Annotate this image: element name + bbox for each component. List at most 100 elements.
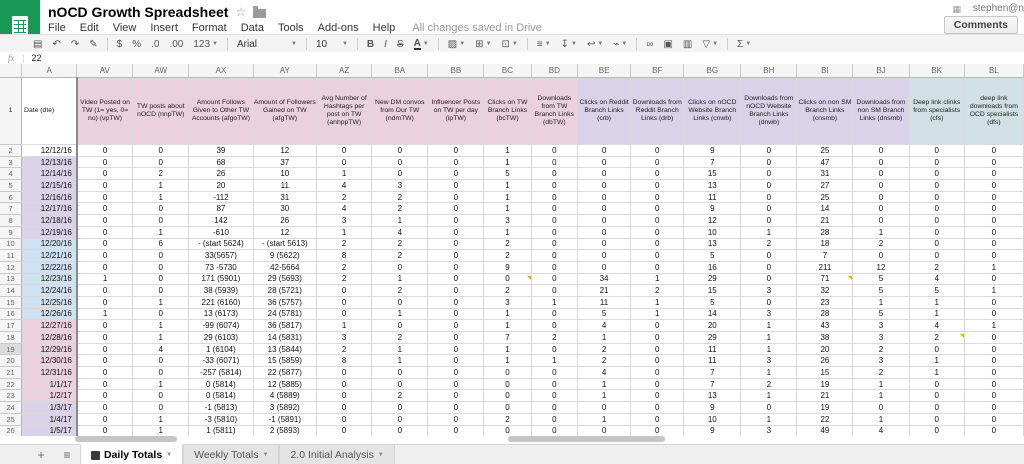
- cell-BJ16[interactable]: 5: [852, 308, 910, 321]
- cell-BB12[interactable]: 0: [427, 261, 485, 274]
- cell-BE19[interactable]: 2: [577, 343, 632, 356]
- cell-AV24[interactable]: 0: [76, 401, 134, 414]
- cell-BG12[interactable]: 16: [683, 261, 742, 274]
- cell-BH25[interactable]: 1: [740, 413, 798, 426]
- cell-BI22[interactable]: 19: [796, 378, 854, 391]
- cell-BC20[interactable]: 1: [483, 354, 532, 368]
- cell-BD9[interactable]: 0: [531, 226, 579, 239]
- redo-icon[interactable]: ↷: [66, 39, 84, 50]
- cell-BI24[interactable]: 19: [796, 401, 854, 414]
- cell-BF8[interactable]: 0: [630, 214, 685, 227]
- cell-BE17[interactable]: 4: [577, 319, 632, 332]
- row-header-6[interactable]: 6: [0, 191, 23, 204]
- cell-AY8[interactable]: 26: [253, 214, 318, 227]
- cell-BL4[interactable]: 0: [964, 167, 1024, 181]
- all-sheets-button[interactable]: ≡: [54, 445, 80, 464]
- cell-BL9[interactable]: 0: [964, 226, 1024, 239]
- cell-A20[interactable]: 12/30/16: [21, 354, 78, 368]
- cell-AY17[interactable]: 36 (5817): [253, 319, 318, 332]
- insert-image-button[interactable]: ▣: [658, 39, 677, 50]
- cell-BD25[interactable]: 0: [531, 413, 579, 426]
- cell-AX10[interactable]: - (start 5624): [188, 238, 254, 251]
- cell-BK16[interactable]: 1: [909, 308, 965, 321]
- cell-AW13[interactable]: 0: [132, 273, 190, 286]
- cell-BG14[interactable]: 15: [683, 284, 742, 297]
- folder-icon[interactable]: [253, 5, 267, 18]
- cell-BC26[interactable]: 0: [483, 425, 532, 436]
- cell-BA10[interactable]: 2: [371, 238, 429, 251]
- cell-AW22[interactable]: 1: [132, 378, 190, 391]
- cell-BK1[interactable]: Deep link clinks from specialists (cfs): [909, 77, 965, 145]
- cell-A4[interactable]: 12/14/16: [21, 167, 78, 181]
- cell-BA23[interactable]: 2: [371, 389, 429, 403]
- cell-AW18[interactable]: 1: [132, 331, 190, 344]
- horizontal-align-button[interactable]: ≡ ▼: [532, 39, 556, 50]
- cell-AZ18[interactable]: 3: [316, 331, 373, 344]
- cell-BK8[interactable]: 0: [909, 214, 965, 227]
- cell-BG16[interactable]: 14: [683, 308, 742, 321]
- cell-AY7[interactable]: 30: [253, 202, 318, 216]
- cell-BA2[interactable]: 0: [371, 144, 429, 157]
- cell-BC24[interactable]: 0: [483, 401, 532, 414]
- cell-A10[interactable]: 12/20/16: [21, 238, 78, 251]
- cell-AZ16[interactable]: 0: [316, 308, 373, 321]
- cell-AX3[interactable]: 68: [188, 156, 254, 169]
- cell-BF16[interactable]: 1: [630, 308, 685, 321]
- cell-AV10[interactable]: 0: [76, 238, 134, 251]
- cell-AX1[interactable]: Amount Follows Given to Other TW Account…: [188, 77, 254, 145]
- cell-BI6[interactable]: 25: [796, 191, 854, 204]
- cell-BL21[interactable]: 0: [964, 366, 1024, 379]
- cell-AX20[interactable]: -33 (6071): [188, 354, 254, 368]
- cell-BG11[interactable]: 5: [683, 249, 742, 262]
- cell-BJ3[interactable]: 0: [852, 156, 910, 169]
- cell-AZ14[interactable]: 0: [316, 284, 373, 297]
- cell-BH2[interactable]: 0: [740, 144, 798, 157]
- cell-A22[interactable]: 1/1/17: [21, 378, 78, 391]
- row-header-7[interactable]: 7: [0, 202, 23, 216]
- row-header-8[interactable]: 8: [0, 214, 23, 227]
- cell-BI25[interactable]: 22: [796, 413, 854, 426]
- cell-BA19[interactable]: 1: [371, 343, 429, 356]
- cell-BH24[interactable]: 0: [740, 401, 798, 414]
- cell-BG21[interactable]: 7: [683, 366, 742, 379]
- cell-AV17[interactable]: 0: [76, 319, 134, 332]
- cell-BD22[interactable]: 0: [531, 378, 579, 391]
- cell-BJ6[interactable]: 0: [852, 191, 910, 204]
- cell-BK12[interactable]: 2: [909, 261, 965, 274]
- cell-AW19[interactable]: 4: [132, 343, 190, 356]
- cell-BC1[interactable]: Clicks on TW Branch Links (bcTW): [483, 77, 532, 145]
- cell-BH23[interactable]: 1: [740, 389, 798, 403]
- column-header-AZ[interactable]: AZ: [316, 64, 373, 78]
- cell-BK20[interactable]: 1: [909, 354, 965, 368]
- grid-corner[interactable]: [0, 64, 23, 78]
- cell-BD12[interactable]: 0: [531, 261, 579, 274]
- cell-BL20[interactable]: 0: [964, 354, 1024, 368]
- cell-BG15[interactable]: 5: [683, 296, 742, 309]
- cell-BG25[interactable]: 10: [683, 413, 742, 426]
- cell-AW14[interactable]: 0: [132, 284, 190, 297]
- cell-BD7[interactable]: 0: [531, 202, 579, 216]
- decrease-decimals-icon[interactable]: .0: [146, 39, 164, 50]
- cell-BG7[interactable]: 9: [683, 202, 742, 216]
- cell-BB24[interactable]: 0: [427, 401, 485, 414]
- cell-BD4[interactable]: 0: [531, 167, 579, 181]
- cell-BB20[interactable]: 0: [427, 354, 485, 368]
- cell-AV21[interactable]: 0: [76, 366, 134, 379]
- column-header-BJ[interactable]: BJ: [852, 64, 910, 78]
- cell-BC14[interactable]: 2: [483, 284, 532, 297]
- cell-AY1[interactable]: Amount of Followers Gained on TW (afgTW): [253, 77, 318, 145]
- cell-BK3[interactable]: 0: [909, 156, 965, 169]
- cell-AV3[interactable]: 0: [76, 156, 134, 169]
- cell-BL11[interactable]: 0: [964, 249, 1024, 262]
- cell-AW26[interactable]: 1: [132, 425, 190, 436]
- cell-A12[interactable]: 12/22/16: [21, 261, 78, 274]
- cell-AW9[interactable]: 1: [132, 226, 190, 239]
- cell-A26[interactable]: 1/5/17: [21, 425, 78, 436]
- cell-BJ21[interactable]: 2: [852, 366, 910, 379]
- cell-AZ15[interactable]: 0: [316, 296, 373, 309]
- comments-button[interactable]: Comments: [943, 16, 1018, 34]
- cell-BJ23[interactable]: 1: [852, 389, 910, 403]
- sheet-tab-weekly-totals[interactable]: Weekly Totals ▼: [183, 445, 280, 464]
- column-header-BB[interactable]: BB: [427, 64, 485, 78]
- cell-BJ12[interactable]: 12: [852, 261, 910, 274]
